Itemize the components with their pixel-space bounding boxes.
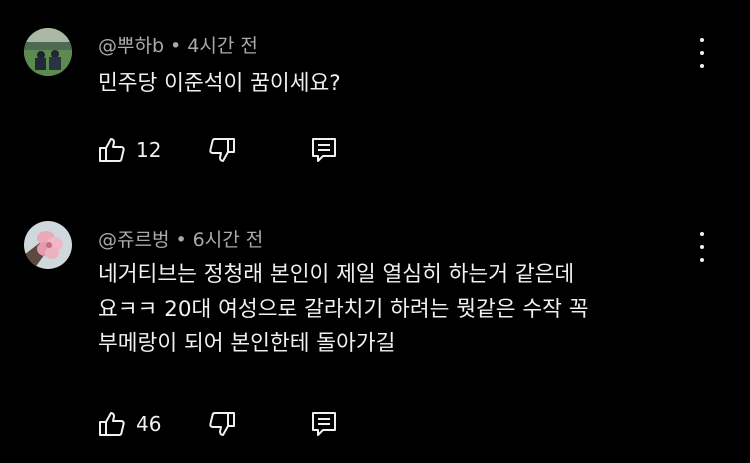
timestamp[interactable]: 4시간 전 [187,35,258,57]
reply-icon [312,138,336,162]
dislike-button[interactable] [208,136,236,168]
like-count: 12 [136,138,162,162]
comment-meta: @뿌하b • 4시간 전 [98,31,258,58]
comment-text: 민주당 이준석이 꿈이세요? [98,71,341,96]
comment-text-line: 네거티브는 정청래 본인이 제일 열심히 하는거 같은데 [98,262,575,287]
reply-icon [312,412,336,436]
like-count: 46 [136,412,162,436]
like-button[interactable] [98,410,126,442]
thumbs-up-icon [99,412,125,436]
like-button[interactable] [98,136,126,168]
avatar[interactable] [24,28,72,76]
comment-meta: @쥬르벙 • 6시간 전 [98,225,263,252]
more-options-icon[interactable] [690,38,714,68]
thumbs-up-icon [99,138,125,162]
timestamp[interactable]: 6시간 전 [193,229,264,251]
dislike-button[interactable] [208,410,236,442]
separator: • [170,35,182,57]
comment-text-line: 요ㅋㅋ 20대 여성으로 갈라치기 하려는 뭣같은 수작 꼭 [98,296,589,322]
reply-button[interactable] [310,136,338,168]
comment-text-line: 부메랑이 되어 본인한테 돌아가길 [98,331,396,356]
separator: • [175,229,187,251]
author-name[interactable]: @쥬르벙 [98,229,169,251]
thumbs-down-icon [209,138,235,162]
reply-button[interactable] [310,410,338,442]
author-name[interactable]: @뿌하b [98,35,164,57]
avatar[interactable] [24,221,72,269]
thumbs-down-icon [209,412,235,436]
comment-text: 네거티브는 정청래 본인이 제일 열심히 하는거 같은데 요ㅋㅋ 20대 여성으… [98,258,718,362]
